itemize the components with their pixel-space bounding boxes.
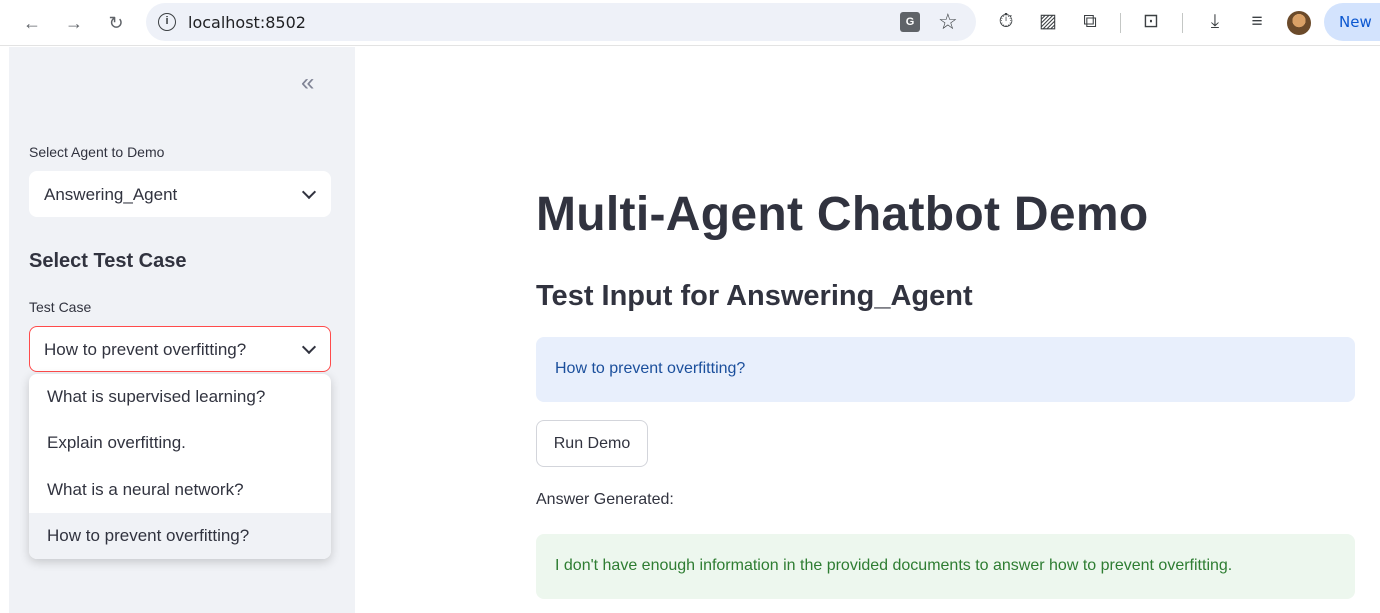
input-info-text: How to prevent overfitting? xyxy=(555,360,746,377)
site-info-icon[interactable]: i xyxy=(158,13,176,31)
test-case-select-value: How to prevent overfitting? xyxy=(44,340,247,359)
run-demo-button[interactable]: Run Demo xyxy=(536,420,648,467)
input-info-box: How to prevent overfitting? xyxy=(536,337,1355,402)
reload-icon[interactable]: ↻ xyxy=(104,11,128,35)
agent-select-label: Select Agent to Demo xyxy=(29,144,165,160)
dropdown-option-selected[interactable]: How to prevent overfitting? xyxy=(29,512,331,559)
tab-search-icon[interactable]: ⊡ xyxy=(1139,10,1163,34)
profile-avatar[interactable] xyxy=(1287,11,1311,35)
forward-arrow-icon[interactable]: → xyxy=(62,11,86,35)
dropdown-option[interactable]: What is a neural network? xyxy=(29,467,331,513)
toolbar-separator xyxy=(1120,13,1121,33)
address-bar[interactable]: i localhost:8502 G ☆ xyxy=(146,3,976,41)
translate-icon[interactable]: G xyxy=(900,12,920,32)
answer-label: Answer Generated: xyxy=(536,491,674,508)
extensions-puzzle-icon[interactable]: ⧉ xyxy=(1078,10,1102,34)
dropdown-option[interactable]: What is supervised learning? xyxy=(29,374,331,420)
extension-square-icon[interactable]: ▨ xyxy=(1036,10,1060,34)
agent-select[interactable]: Answering_Agent xyxy=(29,171,331,217)
download-icon[interactable]: ⤓ xyxy=(1203,10,1227,34)
chevron-down-icon xyxy=(301,339,317,355)
url-text[interactable]: localhost:8502 xyxy=(188,13,306,32)
agent-select-value: Answering_Agent xyxy=(44,185,178,204)
back-arrow-icon[interactable]: ← xyxy=(20,11,44,35)
test-case-dropdown-menu: What is supervised learning? Explain ove… xyxy=(29,374,331,559)
answer-success-box: I don't have enough information in the p… xyxy=(536,534,1355,599)
timer-icon[interactable]: ⏱ xyxy=(994,10,1018,34)
new-chrome-button[interactable]: New xyxy=(1324,3,1380,41)
bookmark-star-icon[interactable]: ☆ xyxy=(938,9,958,35)
browser-toolbar: ← → ↻ i localhost:8502 G ☆ ⏱ ▨ ⧉ ⊡ ⤓ ≡ N… xyxy=(0,0,1380,46)
answer-text: I don't have enough information in the p… xyxy=(555,557,1233,574)
dropdown-option[interactable]: Explain overfitting. xyxy=(29,420,331,466)
test-case-select[interactable]: How to prevent overfitting? xyxy=(29,326,331,372)
section-subtitle: Test Input for Answering_Agent xyxy=(536,280,973,312)
collapse-sidebar-icon[interactable]: « xyxy=(301,71,314,95)
test-case-label: Test Case xyxy=(29,299,92,315)
toolbar-separator xyxy=(1182,13,1183,33)
media-control-icon[interactable]: ≡ xyxy=(1245,10,1269,34)
test-case-heading: Select Test Case xyxy=(29,250,187,272)
chevron-down-icon xyxy=(301,184,317,200)
page-title: Multi-Agent Chatbot Demo xyxy=(536,188,1149,241)
